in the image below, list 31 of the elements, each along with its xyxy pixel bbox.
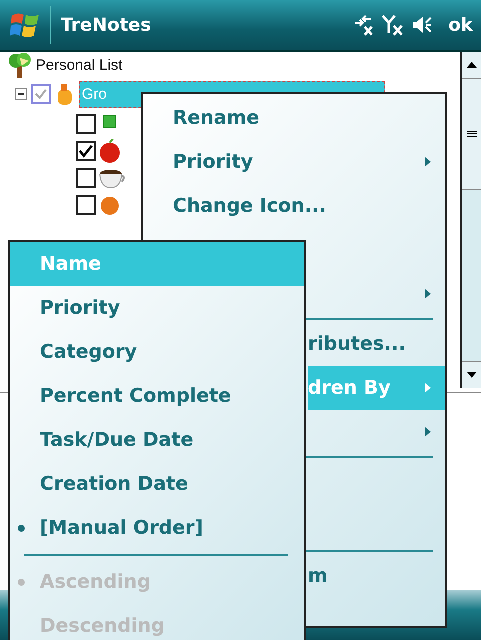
menu-item[interactable]: Category: [10, 330, 304, 374]
app-title: TreNotes: [61, 14, 152, 36]
ok-button[interactable]: ok: [446, 14, 475, 36]
menu-item[interactable]: [Manual Order]: [10, 506, 304, 550]
menu-item[interactable]: Priority: [143, 140, 445, 184]
checkmark-icon: [78, 142, 94, 158]
menu-item[interactable]: Task/Due Date: [10, 418, 304, 462]
scroll-down-icon[interactable]: [462, 361, 481, 388]
scroll-up-icon[interactable]: [462, 52, 481, 79]
menu-item[interactable]: m: [308, 554, 445, 598]
tree-root-label[interactable]: Personal List: [36, 56, 123, 74]
checkbox[interactable]: [31, 84, 51, 104]
menu-item[interactable]: Change Icon...: [143, 184, 445, 228]
menu-item[interactable]: Rename: [143, 96, 445, 140]
menu-item[interactable]: Percent Complete: [10, 374, 304, 418]
submenu-arrow-icon: [425, 157, 431, 167]
tree-icon: [8, 52, 32, 78]
scroll-thumb[interactable]: [462, 79, 481, 190]
signal-off-icon[interactable]: [380, 13, 405, 37]
checkbox[interactable]: [76, 114, 96, 134]
checkbox[interactable]: [76, 194, 96, 214]
checkbox[interactable]: [76, 140, 96, 160]
scrollbar[interactable]: [460, 52, 481, 388]
checkbox[interactable]: [76, 168, 96, 188]
collapse-toggle[interactable]: [15, 88, 27, 100]
menu-item[interactable]: Creation Date: [10, 462, 304, 506]
jar-icon: [55, 82, 75, 106]
menu-item[interactable]: Priority: [10, 286, 304, 330]
menu-item[interactable]: ributes...: [308, 322, 445, 366]
submenu-arrow-icon: [425, 383, 431, 393]
apple-icon: [98, 138, 122, 162]
